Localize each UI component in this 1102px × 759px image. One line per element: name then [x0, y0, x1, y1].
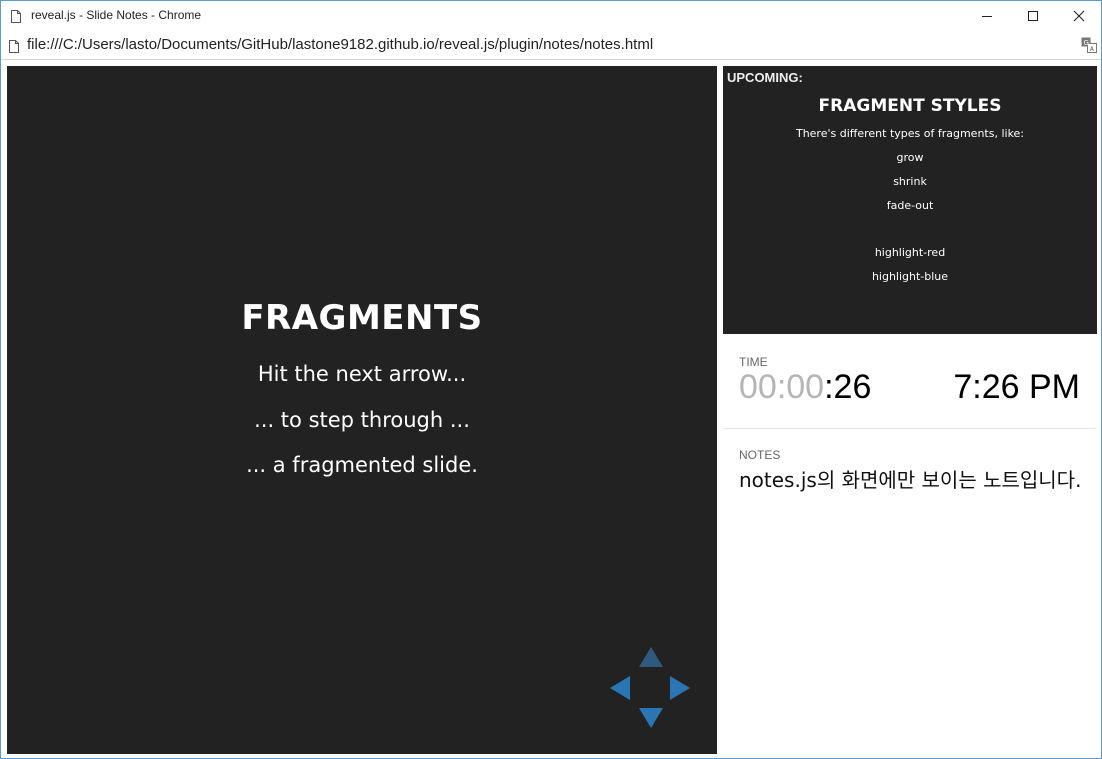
minimize-icon: [982, 16, 992, 17]
timer-seconds: :26: [824, 368, 872, 406]
notes-panel: NOTES notes.js의 화면에만 보이는 노트입니다.: [723, 434, 1097, 754]
current-slide[interactable]: FRAGMENTS Hit the next arrow... ... to s…: [7, 66, 717, 754]
notes-view: FRAGMENTS Hit the next arrow... ... to s…: [1, 60, 1101, 758]
time-panel: TIME 00:00:26 7:26 PM: [723, 340, 1097, 429]
timer-faded: 00:00: [739, 368, 825, 406]
maximize-icon: [1028, 11, 1038, 21]
svg-text:G: G: [1084, 39, 1089, 47]
slide-heading: FRAGMENTS: [241, 298, 483, 338]
time-label: TIME: [739, 355, 768, 369]
maximize-button[interactable]: [1010, 1, 1056, 31]
url-field[interactable]: file:///C:/Users/lasto/Documents/GitHub/…: [27, 36, 653, 53]
translate-icon[interactable]: G A: [1081, 37, 1097, 53]
page-icon: [11, 8, 21, 23]
nav-left-button[interactable]: [609, 675, 631, 705]
elapsed-timer[interactable]: 00:00:26: [739, 368, 871, 407]
upcoming-line: shrink: [893, 175, 927, 188]
address-bar: file:///C:/Users/lasto/Documents/GitHub/…: [1, 31, 1101, 60]
arrow-down-icon: [639, 708, 663, 728]
close-icon: [1073, 10, 1085, 22]
speaker-notes: notes.js의 화면에만 보이는 노트입니다.: [739, 468, 1082, 492]
nav-up-button[interactable]: [638, 646, 664, 672]
title-bar: reveal.js - Slide Notes - Chrome: [1, 1, 1101, 31]
upcoming-label: UPCOMING:: [727, 70, 803, 85]
minimize-button[interactable]: [964, 1, 1010, 31]
upcoming-line: highlight-blue: [871, 270, 949, 283]
arrow-up-icon: [639, 647, 663, 667]
upcoming-line: grow: [896, 151, 924, 164]
nav-right-button[interactable]: [669, 675, 691, 705]
upcoming-line: highlight-red: [874, 246, 946, 259]
window-title: reveal.js - Slide Notes - Chrome: [31, 8, 202, 22]
nav-down-button[interactable]: [638, 707, 664, 733]
upcoming-line: fade-out: [886, 199, 934, 212]
close-button[interactable]: [1056, 1, 1102, 31]
arrow-left-icon: [610, 676, 630, 700]
upcoming-line: There's different types of fragments, li…: [795, 127, 1025, 140]
clock: 7:26 PM: [953, 368, 1080, 406]
arrow-right-icon: [670, 676, 690, 700]
navigation-controls: [607, 646, 697, 736]
slide-fragment-3: ... a fragmented slide.: [246, 453, 478, 477]
upcoming-heading: FRAGMENT STYLES: [818, 96, 1002, 116]
page-icon: [9, 38, 19, 53]
browser-window: reveal.js - Slide Notes - Chrome file://…: [0, 0, 1102, 759]
slide-fragment-1: Hit the next arrow...: [257, 362, 467, 386]
upcoming-slide: UPCOMING: FRAGMENT STYLES There's differ…: [723, 66, 1097, 334]
slide-fragment-2: ... to step through ...: [254, 408, 470, 432]
notes-label: NOTES: [739, 448, 781, 462]
